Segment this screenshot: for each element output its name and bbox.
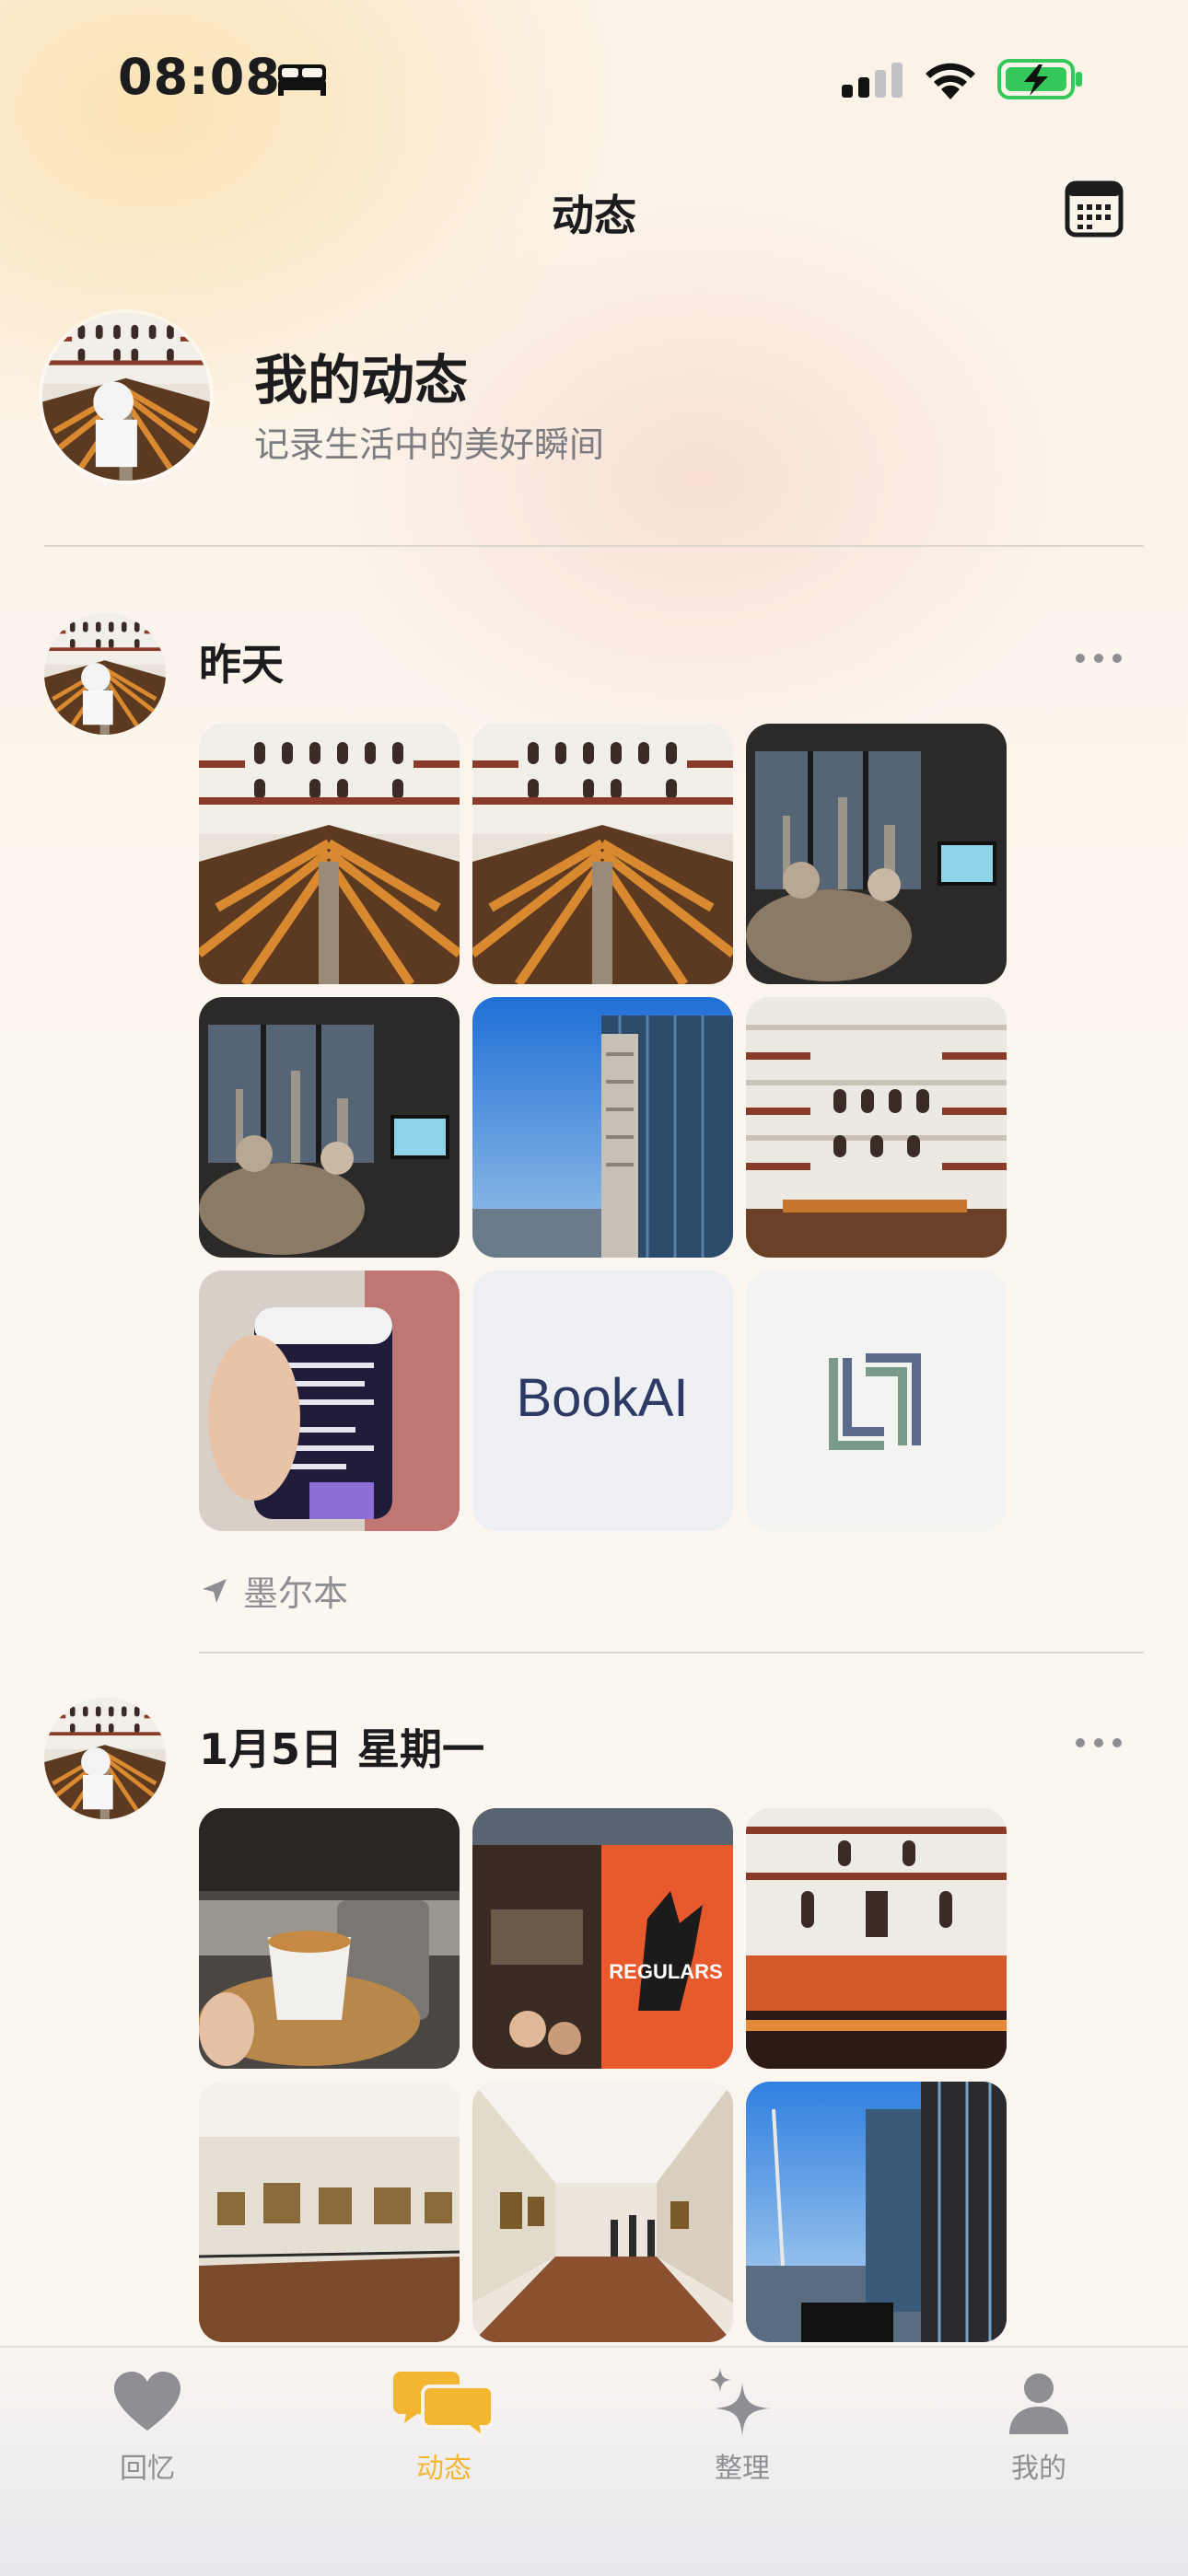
location-arrow-icon bbox=[203, 1578, 227, 1603]
profile-subtitle: 记录生活中的美好瞬间 bbox=[254, 424, 605, 465]
photo-skyline-window-tv[interactable] bbox=[199, 997, 460, 1258]
tab-memories[interactable]: 回忆 bbox=[64, 2366, 230, 2504]
photo-geometric-logo[interactable] bbox=[746, 1271, 1007, 1531]
tab-me[interactable]: 我的 bbox=[956, 2366, 1122, 2504]
more-dot bbox=[1094, 654, 1103, 663]
page-title: 动态 bbox=[552, 191, 636, 240]
location-label: 墨尔本 bbox=[243, 1573, 349, 1614]
person-icon bbox=[1009, 2373, 1068, 2434]
photo-grid bbox=[199, 1808, 1007, 2342]
status-time: 08:08 bbox=[118, 48, 281, 106]
photo-skyscraper[interactable] bbox=[472, 997, 733, 1258]
status-bar: 08:08 bbox=[0, 0, 1188, 157]
tab-label: 整理 bbox=[715, 2453, 770, 2485]
photo-city-view[interactable] bbox=[746, 2082, 1007, 2342]
heart-icon bbox=[114, 2372, 181, 2431]
divider bbox=[199, 1652, 1144, 1654]
tab-label: 动态 bbox=[416, 2453, 472, 2485]
battery-charging-icon bbox=[997, 59, 1082, 99]
photo-art-gallery-corridor[interactable] bbox=[472, 2082, 733, 2342]
photo-library-gallery[interactable] bbox=[746, 1808, 1007, 2069]
tab-label: 我的 bbox=[1011, 2453, 1066, 2485]
photo-supplement[interactable] bbox=[199, 1271, 460, 1531]
photo-library-dome[interactable] bbox=[746, 997, 1007, 1258]
bed-icon bbox=[278, 64, 326, 96]
calendar-icon[interactable] bbox=[1065, 180, 1124, 238]
more-dot bbox=[1112, 1738, 1122, 1747]
more-dot bbox=[1094, 1738, 1103, 1747]
photo-regulars-storefront[interactable] bbox=[472, 1808, 733, 2069]
bookai-logo-text: BookAI bbox=[517, 1368, 689, 1428]
photo-grid: BookAI bbox=[199, 724, 1007, 1531]
post-date: 1月5日 星期一 bbox=[199, 1724, 485, 1774]
tab-moments[interactable]: 动态 bbox=[361, 2366, 527, 2504]
wifi-icon bbox=[926, 63, 975, 99]
more-dot bbox=[1076, 1738, 1085, 1747]
photo-library-reading-room[interactable] bbox=[472, 724, 733, 984]
cellular-signal-icon bbox=[842, 63, 903, 98]
tab-organize[interactable]: 整理 bbox=[659, 2366, 825, 2504]
chat-bubbles-icon bbox=[393, 2372, 495, 2440]
post-avatar[interactable] bbox=[44, 613, 166, 735]
tab-bar: 回忆 动态 整理 我的 bbox=[0, 2346, 1188, 2576]
sparkles-icon bbox=[709, 2368, 770, 2436]
location-tag[interactable]: 墨尔本 bbox=[199, 1565, 348, 1616]
profile-title: 我的动态 bbox=[254, 349, 469, 412]
more-button[interactable] bbox=[1074, 648, 1125, 667]
photo-art-gallery[interactable] bbox=[199, 2082, 460, 2342]
post-avatar[interactable] bbox=[44, 1698, 166, 1819]
more-button[interactable] bbox=[1074, 1733, 1125, 1751]
photo-library-reading-room[interactable] bbox=[199, 724, 460, 984]
photo-coffee[interactable] bbox=[199, 1808, 460, 2069]
post-date: 昨天 bbox=[199, 640, 284, 690]
profile-avatar[interactable] bbox=[42, 313, 210, 481]
divider bbox=[44, 545, 1144, 547]
photo-bookai-logo[interactable]: BookAI bbox=[472, 1271, 733, 1531]
more-dot bbox=[1076, 654, 1085, 663]
tab-label: 回忆 bbox=[120, 2453, 175, 2485]
more-dot bbox=[1112, 654, 1122, 663]
photo-skyline-window[interactable] bbox=[746, 724, 1007, 984]
